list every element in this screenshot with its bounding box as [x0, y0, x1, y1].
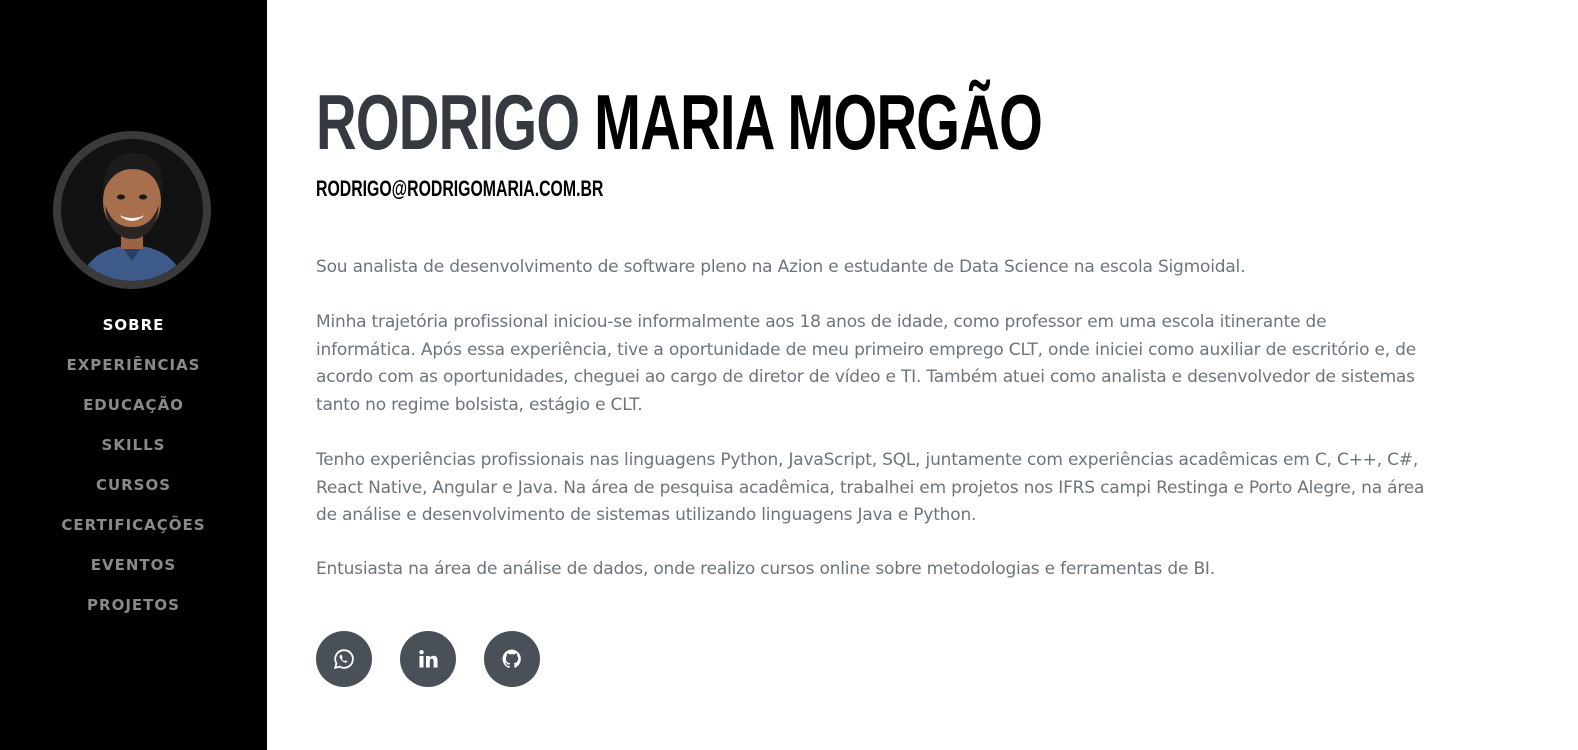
sidebar: SOBRE EXPERIÊNCIAS EDUCAÇÃO SKILLS CURSO… — [0, 0, 267, 750]
about-paragraph: Sou analista de desenvolvimento de softw… — [316, 257, 1246, 277]
nav-item-cursos[interactable]: CURSOS — [0, 473, 267, 513]
linkedin-button[interactable] — [400, 631, 456, 687]
social-links — [316, 631, 540, 687]
avatar — [53, 131, 211, 289]
profile-photo — [61, 139, 203, 281]
nav-item-experiencias[interactable]: EXPERIÊNCIAS — [0, 353, 267, 393]
whatsapp-icon — [333, 649, 354, 670]
nav-item-educacao[interactable]: EDUCAÇÃO — [0, 393, 267, 433]
about-paragraph: Tenho experiências profissionais nas lin… — [316, 450, 1425, 525]
last-name: MARIA MORGÃO — [594, 78, 1043, 166]
linkedin-icon — [419, 650, 438, 668]
nav-item-projetos[interactable]: PROJETOS — [0, 593, 267, 633]
page-title: RODRIGO MARIA MORGÃO — [316, 72, 1043, 172]
nav-item-skills[interactable]: SKILLS — [0, 433, 267, 473]
about-paragraph: Minha trajetória profissional iniciou-se… — [316, 312, 1416, 415]
github-icon — [502, 649, 521, 669]
whatsapp-button[interactable] — [316, 631, 372, 687]
nav-item-certificacoes[interactable]: CERTIFICAÇÕES — [0, 513, 267, 553]
nav-item-sobre[interactable]: SOBRE — [0, 313, 267, 353]
main-nav: SOBRE EXPERIÊNCIAS EDUCAÇÃO SKILLS CURSO… — [0, 313, 267, 633]
first-name: RODRIGO — [316, 78, 580, 166]
about-paragraph: Entusiasta na área de análise de dados, … — [316, 559, 1215, 579]
email-address[interactable]: RODRIGO@RODRIGOMARIA.COM.BR — [316, 175, 603, 203]
github-button[interactable] — [484, 631, 540, 687]
nav-item-eventos[interactable]: EVENTOS — [0, 553, 267, 593]
